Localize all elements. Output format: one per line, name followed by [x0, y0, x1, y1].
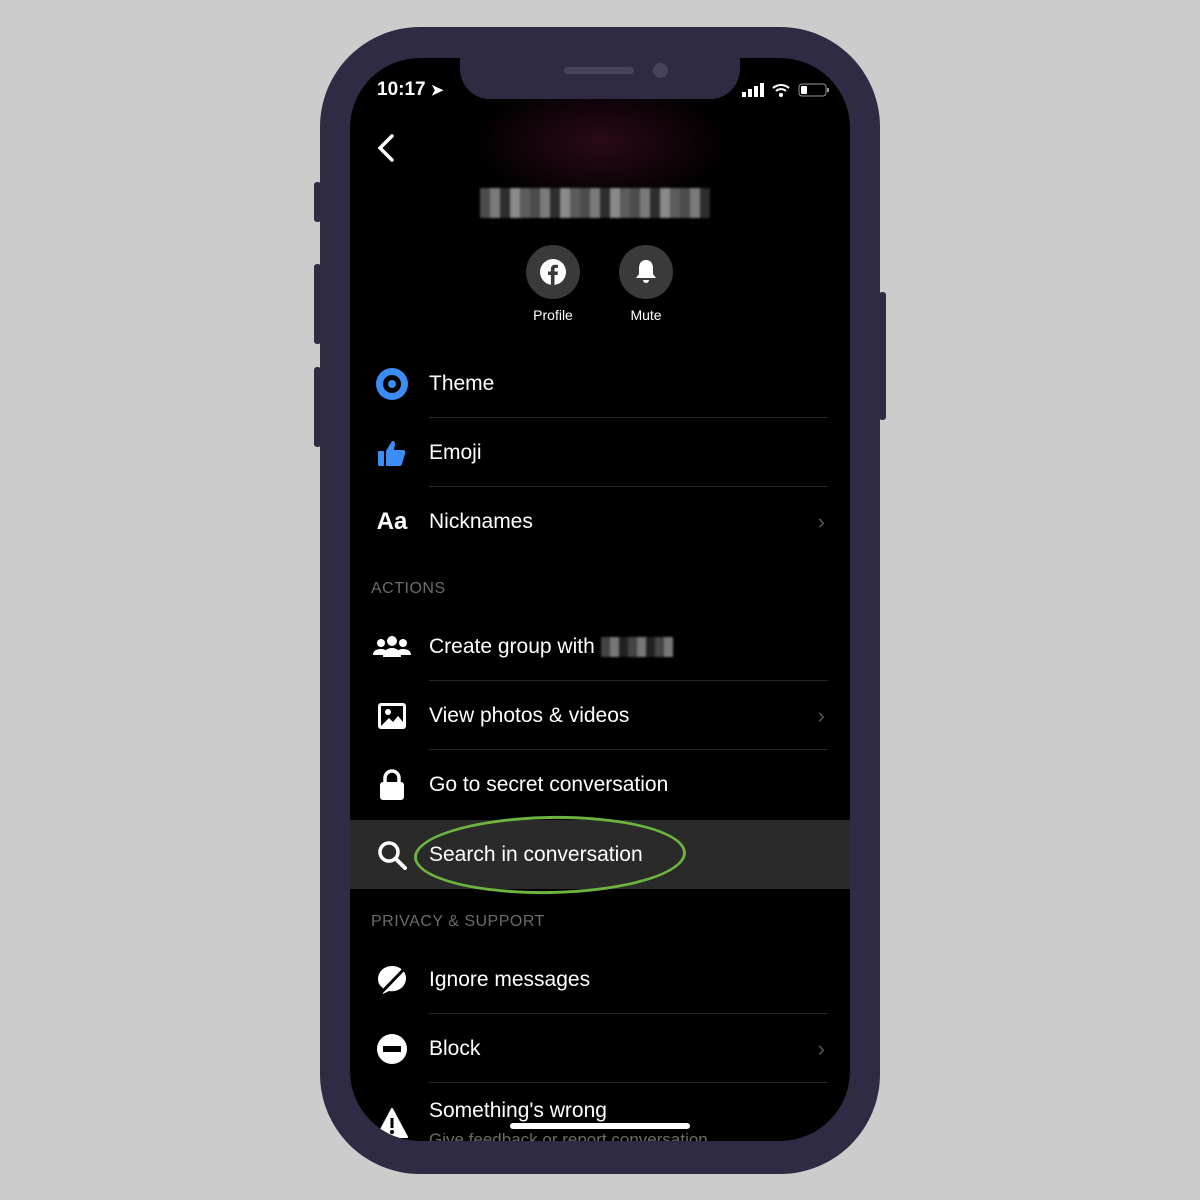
section-title-actions: ACTIONS	[371, 580, 446, 597]
warning-icon	[376, 1108, 408, 1138]
mute-switch	[314, 182, 321, 222]
profile-button[interactable]: Profile	[526, 245, 580, 323]
menu-item-theme[interactable]: Theme	[350, 349, 850, 418]
theme-icon	[376, 367, 408, 400]
back-chevron-icon[interactable]	[372, 130, 402, 166]
menu-item-ignore-messages[interactable]: Ignore messages	[350, 945, 850, 1014]
chevron-right-icon: ›	[817, 508, 825, 534]
screen: 10:17 ➤ Profile Mute Theme Emoji Aa Nick…	[350, 58, 850, 1141]
status-time: 10:17 ➤	[377, 79, 444, 100]
contact-name-redacted	[480, 188, 710, 218]
group-icon	[373, 635, 411, 657]
search-icon	[378, 840, 407, 870]
something-wrong-sublabel: Give feedback or report conversation	[429, 1130, 708, 1141]
power-button	[879, 292, 886, 420]
battery-icon	[798, 83, 829, 97]
menu-item-search-conversation[interactable]: Search in conversation	[350, 813, 850, 897]
photo-icon	[378, 702, 406, 729]
menu-item-secret-conversation[interactable]: Go to secret conversation	[350, 750, 850, 819]
block-icon	[377, 1033, 407, 1064]
chevron-right-icon: ›	[817, 1035, 825, 1061]
wifi-icon	[772, 84, 790, 97]
menu-item-create-group[interactable]: Create group with	[350, 612, 850, 681]
notch	[460, 58, 740, 99]
menu-item-block[interactable]: Block ›	[350, 1014, 850, 1083]
signal-icon	[742, 83, 764, 97]
location-icon: ➤	[430, 82, 444, 99]
redacted-name	[600, 636, 673, 657]
menu-item-view-photos[interactable]: View photos & videos ›	[350, 681, 850, 750]
section-title-privacy: PRIVACY & SUPPORT	[371, 913, 545, 930]
facebook-icon	[540, 259, 566, 285]
volume-up-button	[314, 264, 321, 344]
menu-item-nicknames[interactable]: Aa Nicknames ›	[350, 487, 850, 556]
text-aa-icon: Aa	[376, 507, 408, 535]
lock-icon	[380, 768, 404, 800]
thumbs-up-icon	[378, 440, 406, 466]
chevron-right-icon: ›	[817, 702, 825, 728]
home-indicator[interactable]	[510, 1123, 690, 1129]
ignore-icon	[378, 965, 408, 995]
volume-down-button	[314, 367, 321, 447]
menu-item-emoji[interactable]: Emoji	[350, 418, 850, 487]
mute-button[interactable]: Mute	[619, 245, 673, 323]
status-icons	[742, 83, 830, 97]
bell-icon	[636, 260, 656, 283]
